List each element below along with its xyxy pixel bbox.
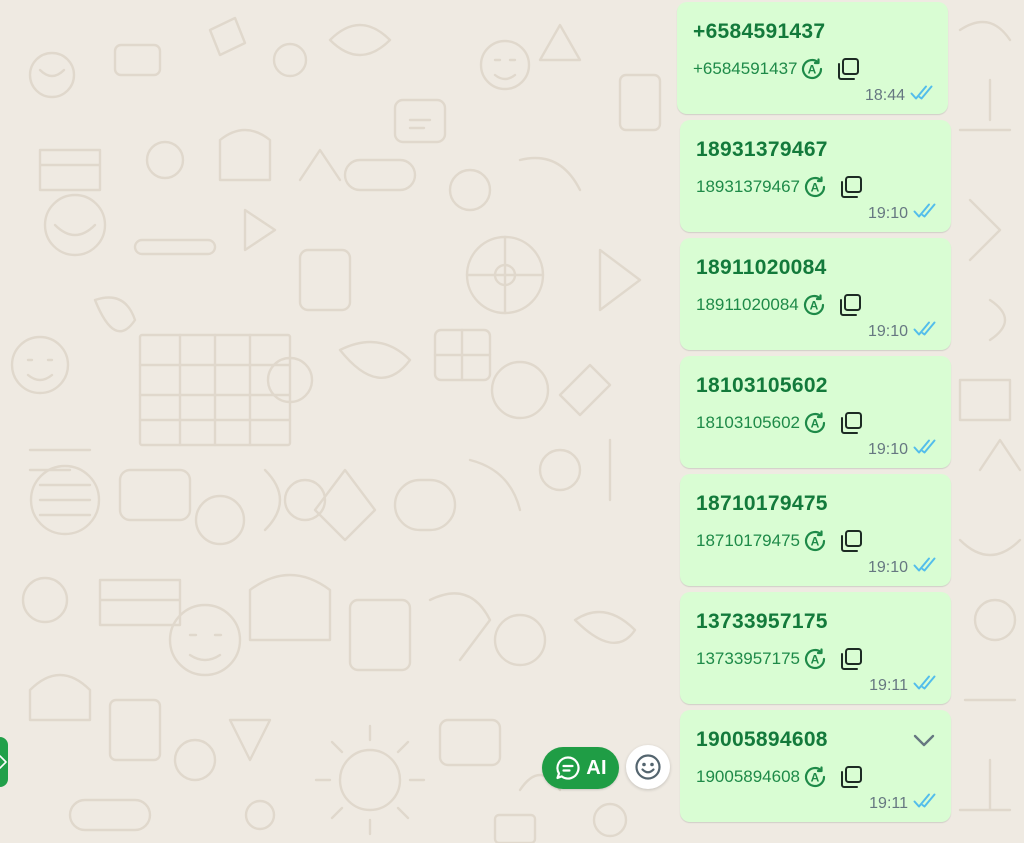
message-title: 18911020084 bbox=[696, 256, 827, 279]
message-timestamp: 19:10 bbox=[867, 322, 908, 340]
message-bubble[interactable]: +6584591437 +6584591437 A 18:44 bbox=[677, 2, 948, 114]
message-body: 18911020084 A bbox=[696, 291, 863, 319]
message-number: 19005894608 bbox=[696, 767, 801, 786]
message-number: 13733957175 bbox=[696, 649, 801, 668]
message-body: +6584591437 A bbox=[693, 55, 861, 83]
message-timestamp: 19:11 bbox=[869, 794, 908, 812]
message-number: 18103105602 bbox=[696, 413, 801, 432]
message-meta: 19:10 bbox=[868, 320, 939, 343]
copy-icon[interactable] bbox=[838, 646, 864, 672]
double-check-icon bbox=[913, 674, 939, 697]
message-timestamp: 19:10 bbox=[867, 204, 908, 222]
svg-text:A: A bbox=[811, 653, 820, 667]
message-meta: 18:44 bbox=[865, 84, 936, 107]
message-list: +6584591437 +6584591437 A 18:44 18931379467 1… bbox=[0, 0, 1024, 843]
double-check-icon bbox=[913, 320, 939, 343]
svg-text:A: A bbox=[809, 299, 818, 313]
copy-icon[interactable] bbox=[838, 528, 864, 554]
message-number: +6584591437 bbox=[693, 59, 798, 78]
auto-translate-icon[interactable]: A bbox=[801, 645, 829, 673]
message-title: 18710179475 bbox=[696, 492, 828, 515]
auto-translate-icon[interactable]: A bbox=[798, 55, 826, 83]
svg-text:A: A bbox=[811, 417, 820, 431]
message-bubble[interactable]: 18103105602 18103105602 A 19:10 bbox=[680, 356, 951, 468]
copy-icon[interactable] bbox=[835, 56, 861, 82]
copy-icon[interactable] bbox=[838, 174, 864, 200]
svg-text:A: A bbox=[811, 181, 820, 195]
message-bubble[interactable]: 18911020084 18911020084 A 19:10 bbox=[680, 238, 951, 350]
message-bubble[interactable]: 19005894608 19005894608 A 19:11 bbox=[680, 710, 951, 822]
message-body: 18931379467 A bbox=[696, 173, 864, 201]
message-body: 13733957175 A bbox=[696, 645, 864, 673]
message-number: 18911020084 bbox=[696, 295, 799, 314]
message-title: +6584591437 bbox=[693, 20, 826, 43]
message-timestamp: 19:10 bbox=[867, 440, 908, 458]
copy-icon[interactable] bbox=[838, 764, 864, 790]
message-meta: 19:11 bbox=[869, 792, 939, 815]
auto-translate-icon[interactable]: A bbox=[801, 763, 829, 791]
message-meta: 19:10 bbox=[868, 556, 939, 579]
auto-translate-icon[interactable]: A bbox=[801, 173, 829, 201]
copy-icon[interactable] bbox=[837, 292, 863, 318]
message-timestamp: 18:44 bbox=[864, 86, 905, 104]
message-bubble[interactable]: 18710179475 18710179475 A 19:10 bbox=[680, 474, 951, 586]
double-check-icon bbox=[913, 202, 939, 225]
double-check-icon bbox=[910, 84, 936, 107]
message-bubble[interactable]: 18931379467 18931379467 A 19:10 bbox=[680, 120, 951, 232]
message-bubble[interactable]: 13733957175 13733957175 A 19:11 bbox=[680, 592, 951, 704]
message-meta: 19:10 bbox=[868, 438, 939, 461]
svg-text:A: A bbox=[811, 535, 820, 549]
message-number: 18931379467 bbox=[696, 177, 801, 196]
double-check-icon bbox=[913, 438, 939, 461]
message-meta: 19:11 bbox=[869, 674, 939, 697]
message-body: 19005894608 A bbox=[696, 763, 864, 791]
message-title: 13733957175 bbox=[696, 610, 828, 633]
svg-text:A: A bbox=[811, 771, 820, 785]
message-timestamp: 19:10 bbox=[867, 558, 908, 576]
auto-translate-icon[interactable]: A bbox=[801, 409, 829, 437]
message-number: 18710179475 bbox=[696, 531, 801, 550]
auto-translate-icon[interactable]: A bbox=[801, 527, 829, 555]
message-body: 18710179475 A bbox=[696, 527, 864, 555]
message-title: 18103105602 bbox=[696, 374, 828, 397]
copy-icon[interactable] bbox=[838, 410, 864, 436]
chevron-down-icon[interactable] bbox=[911, 730, 937, 750]
message-meta: 19:10 bbox=[868, 202, 939, 225]
double-check-icon bbox=[913, 556, 939, 579]
message-title: 18931379467 bbox=[696, 138, 828, 161]
message-title: 19005894608 bbox=[696, 728, 828, 751]
message-timestamp: 19:11 bbox=[869, 676, 908, 694]
svg-text:A: A bbox=[808, 63, 817, 77]
auto-translate-icon[interactable]: A bbox=[800, 291, 828, 319]
message-body: 18103105602 A bbox=[696, 409, 864, 437]
double-check-icon bbox=[913, 792, 939, 815]
